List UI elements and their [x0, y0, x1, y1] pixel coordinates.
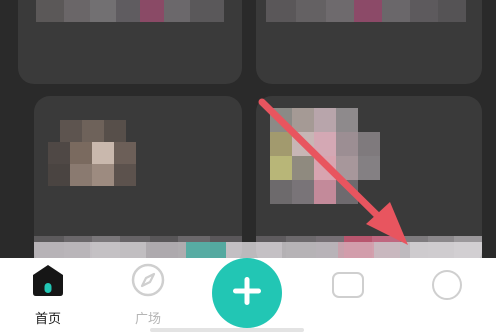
home-icon — [30, 262, 66, 302]
tab-plaza-label: 广场 — [134, 312, 161, 327]
blurred-overlay-strip — [34, 242, 482, 258]
compass-icon — [130, 262, 166, 302]
add-button[interactable] — [212, 258, 282, 328]
blurred-thumbnail — [36, 0, 224, 22]
tab-plaza[interactable]: 广场 — [108, 262, 188, 334]
content-card-top-right[interactable] — [256, 0, 482, 84]
tab-home-label: 首页 — [34, 312, 61, 327]
content-card-bottom-left[interactable] — [34, 96, 242, 266]
content-card-bottom-right[interactable] — [256, 96, 482, 266]
profile-icon[interactable] — [432, 270, 462, 300]
blurred-thumbnail — [266, 0, 466, 22]
content-card-top-left[interactable] — [18, 0, 242, 84]
tab-home[interactable]: 首页 — [8, 262, 88, 334]
message-icon[interactable] — [332, 272, 364, 298]
plus-icon — [229, 273, 265, 313]
home-indicator — [150, 328, 304, 332]
app-screen: 首页 广场 — [0, 0, 496, 334]
